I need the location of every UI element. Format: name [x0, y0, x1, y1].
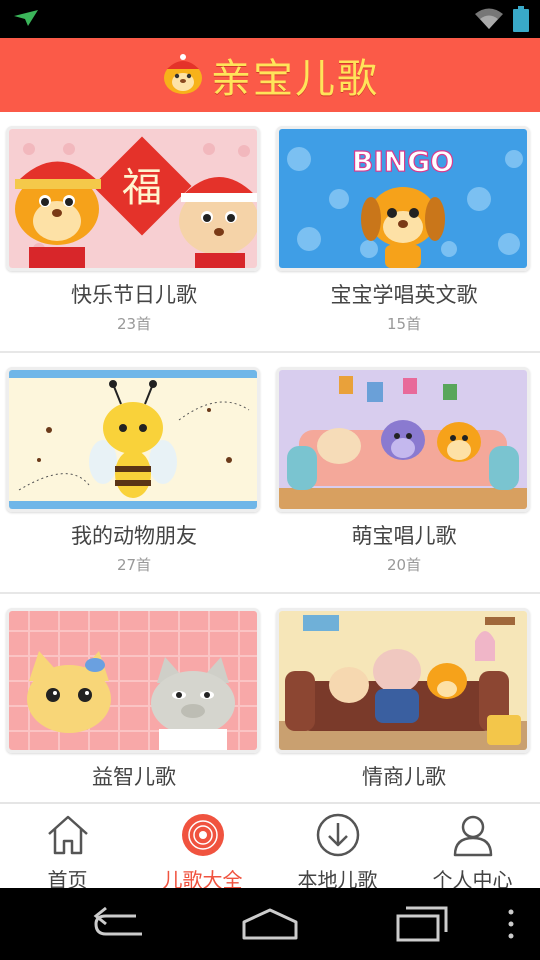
wifi-icon — [475, 8, 503, 29]
battery-icon — [513, 6, 529, 32]
category-card-eq[interactable]: 情商儿歌 — [276, 608, 532, 795]
category-thumbnail — [276, 608, 530, 753]
tab-profile[interactable]: 个人中心 — [405, 804, 540, 892]
title-bar: 亲宝儿歌 — [0, 38, 540, 112]
status-bar — [0, 0, 540, 38]
category-name: 我的动物朋友 — [71, 524, 197, 548]
app-logo-icon — [164, 54, 202, 94]
cats-illustration — [9, 611, 257, 750]
category-thumbnail: BINGO — [276, 126, 530, 271]
disc-icon — [182, 814, 224, 856]
sofa-illustration — [279, 370, 527, 509]
festival-illustration: 福 — [9, 129, 257, 268]
home-nav-icon[interactable] — [240, 904, 300, 944]
category-thumbnail — [6, 367, 260, 512]
category-count: 23首 — [116, 315, 152, 333]
app-title: 亲宝儿歌 — [211, 56, 379, 102]
bee-illustration — [9, 370, 257, 509]
category-card-animals[interactable]: 我的动物朋友 27首 — [6, 367, 262, 575]
category-row: 福 快乐节日儿歌 23首 BINGO 宝宝学唱英文歌 15首 — [0, 112, 540, 353]
category-count: 20首 — [386, 556, 422, 574]
category-card-festival[interactable]: 福 快乐节日儿歌 23首 — [6, 126, 262, 334]
category-row: 我的动物朋友 27首 萌宝唱儿歌 20首 — [0, 353, 540, 594]
category-name: 情商儿歌 — [362, 765, 446, 789]
recent-apps-icon[interactable] — [394, 904, 450, 944]
back-icon[interactable] — [92, 904, 148, 944]
category-thumbnail: 福 — [6, 126, 260, 271]
category-card-english[interactable]: BINGO 宝宝学唱英文歌 15首 — [276, 126, 532, 334]
category-thumbnail — [6, 608, 260, 753]
category-card-cute-baby[interactable]: 萌宝唱儿歌 20首 — [276, 367, 532, 575]
bottom-tab-bar: 首页 儿歌大全 本地儿歌 个人中心 — [0, 802, 540, 892]
category-name: 快乐节日儿歌 — [71, 283, 197, 307]
bingo-illustration: BINGO — [279, 129, 527, 268]
category-name: 萌宝唱儿歌 — [351, 524, 457, 548]
category-thumbnail — [276, 367, 530, 512]
download-icon — [316, 813, 360, 857]
person-icon — [453, 815, 493, 857]
category-name: 宝宝学唱英文歌 — [330, 283, 478, 307]
category-count: 15首 — [386, 315, 422, 333]
category-card-puzzle[interactable]: 益智儿歌 — [6, 608, 262, 795]
category-row: 益智儿歌 情商儿歌 — [0, 594, 540, 802]
family-illustration — [279, 611, 527, 750]
category-count: 27首 — [116, 556, 152, 574]
festival-char: 福 — [122, 165, 162, 211]
system-nav-bar — [0, 888, 540, 960]
bingo-text: BINGO — [352, 145, 454, 178]
notification-icon — [14, 10, 38, 26]
tab-home[interactable]: 首页 — [0, 804, 135, 892]
menu-dots-icon[interactable] — [504, 904, 518, 944]
category-name: 益智儿歌 — [92, 765, 176, 789]
tab-songs[interactable]: 儿歌大全 — [135, 804, 270, 892]
category-grid: 福 快乐节日儿歌 23首 BINGO 宝宝学唱英文歌 15首 我的动物朋友 27… — [0, 112, 540, 802]
tab-local[interactable]: 本地儿歌 — [270, 804, 405, 892]
home-icon — [48, 815, 88, 855]
